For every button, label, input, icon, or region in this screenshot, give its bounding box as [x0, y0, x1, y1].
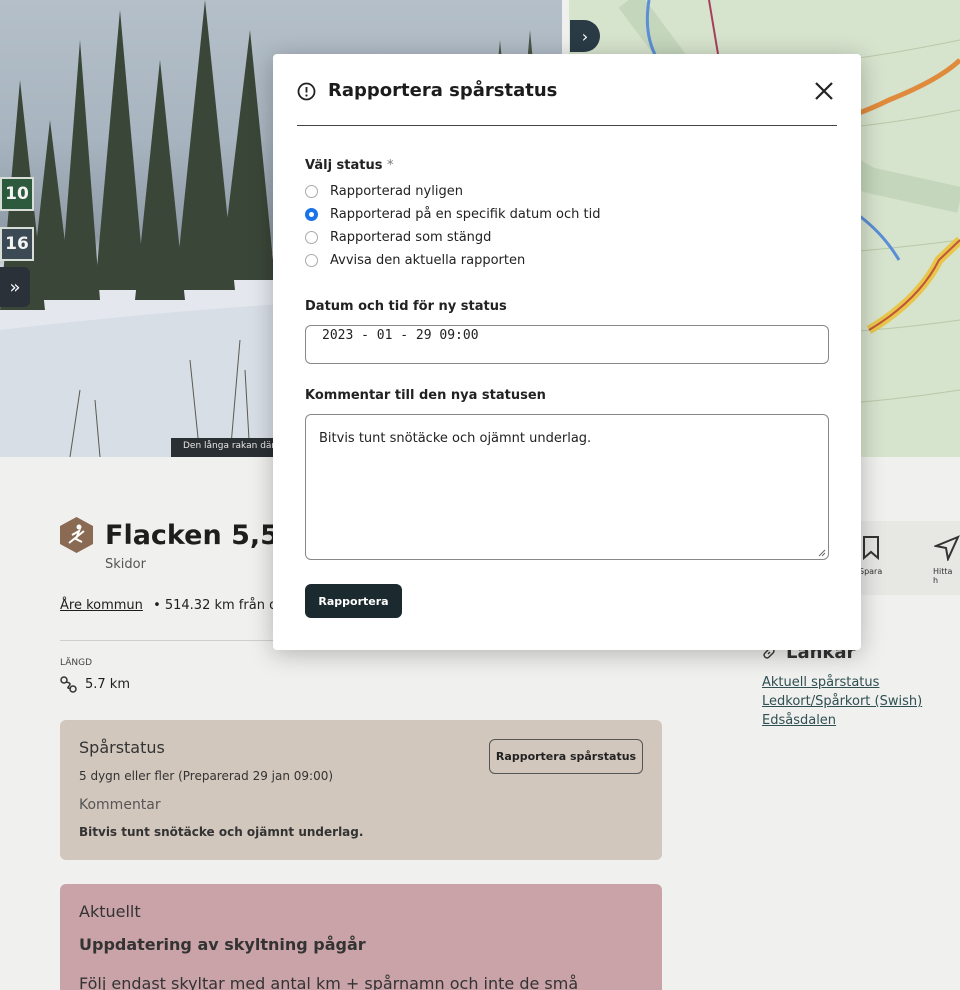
comment-value: Bitvis tunt snötäcke och ojämnt underlag… [319, 431, 592, 446]
resize-grip-icon[interactable] [818, 549, 826, 557]
dialog-header: Rapportera spårstatus [297, 78, 837, 126]
radio-button[interactable] [305, 184, 318, 198]
comment-textarea[interactable]: Bitvis tunt snötäcke och ojämnt underlag… [305, 414, 829, 560]
datetime-label: Datum och tid för ny status [305, 299, 507, 314]
radio-label: Rapporterad på en specifik datum och tid [330, 206, 601, 222]
radio-label: Avvisa den aktuella rapporten [330, 252, 526, 268]
radio-button-selected[interactable] [305, 207, 318, 221]
radio-button[interactable] [305, 253, 318, 267]
required-mark: * [387, 158, 394, 173]
status-options: Välj status * Rapporterad nyligen Rappor… [305, 158, 829, 268]
report-status-dialog: Rapportera spårstatus Välj status * Rapp… [273, 54, 861, 650]
comment-label: Kommentar till den nya statusen [305, 388, 546, 403]
submit-report-button[interactable]: Rapportera [305, 584, 402, 618]
status-label-text: Välj status [305, 158, 383, 173]
datetime-value: 2023 - 01 - 29 09:00 [322, 328, 479, 343]
close-icon[interactable] [813, 80, 835, 102]
radio-label: Rapporterad nyligen [330, 183, 463, 199]
radio-button[interactable] [305, 230, 318, 244]
radio-option-recent[interactable]: Rapporterad nyligen [305, 183, 829, 199]
radio-label: Rapporterad som stängd [330, 229, 492, 245]
radio-option-closed[interactable]: Rapporterad som stängd [305, 229, 829, 245]
radio-option-specific-time[interactable]: Rapporterad på en specifik datum och tid [305, 206, 829, 222]
status-label: Välj status * [305, 158, 829, 173]
radio-option-reject[interactable]: Avvisa den aktuella rapporten [305, 252, 829, 268]
datetime-input[interactable]: 2023 - 01 - 29 09:00 [305, 325, 829, 364]
dialog-title: Rapportera spårstatus [328, 80, 558, 101]
alert-circle-icon [297, 82, 316, 101]
